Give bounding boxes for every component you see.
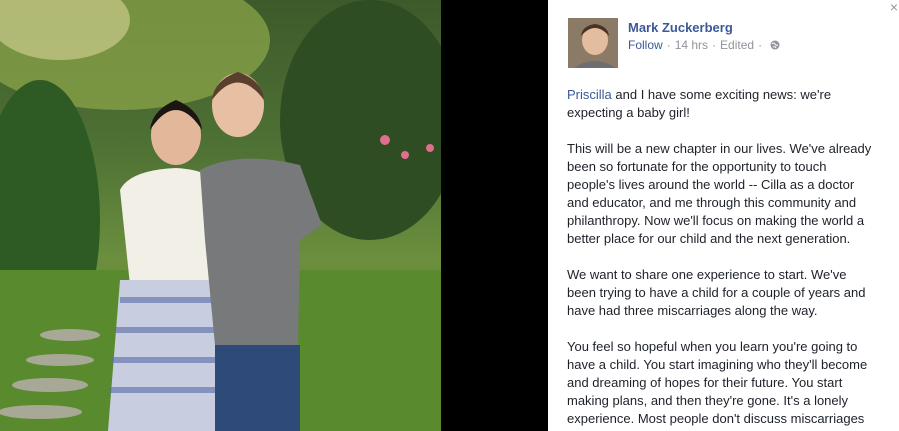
mention-link[interactable]: Priscilla	[567, 87, 612, 102]
post-paragraph: We want to share one experience to start…	[567, 267, 866, 318]
post-paragraph: This will be a new chapter in our lives.…	[567, 141, 872, 246]
photo-viewer-stage	[0, 0, 548, 431]
meta-separator: ·	[666, 38, 671, 52]
avatar-image	[568, 18, 618, 68]
meta-separator: ·	[758, 38, 763, 52]
post-author-name[interactable]: Mark Zuckerberg	[628, 20, 733, 35]
post-detail-panel: Mark Zuckerberg Follow · 14 hrs · Edited…	[548, 0, 899, 431]
globe-icon[interactable]	[770, 40, 780, 50]
meta-separator: ·	[712, 38, 717, 52]
post-paragraph: Priscilla and I have some exciting news:…	[567, 86, 877, 122]
photo-illustration	[0, 0, 441, 431]
close-icon[interactable]: ×	[887, 0, 899, 14]
avatar[interactable]	[568, 18, 618, 68]
post-timestamp[interactable]: 14 hrs	[675, 38, 708, 52]
post-paragraph: You feel so hopeful when you learn you'r…	[567, 339, 868, 426]
edited-label[interactable]: Edited	[720, 38, 754, 52]
post-photo[interactable]	[0, 0, 441, 431]
follow-link[interactable]: Follow	[628, 38, 663, 52]
post-meta: Follow · 14 hrs · Edited ·	[628, 38, 780, 52]
post-body: Priscilla and I have some exciting news:…	[567, 86, 877, 431]
